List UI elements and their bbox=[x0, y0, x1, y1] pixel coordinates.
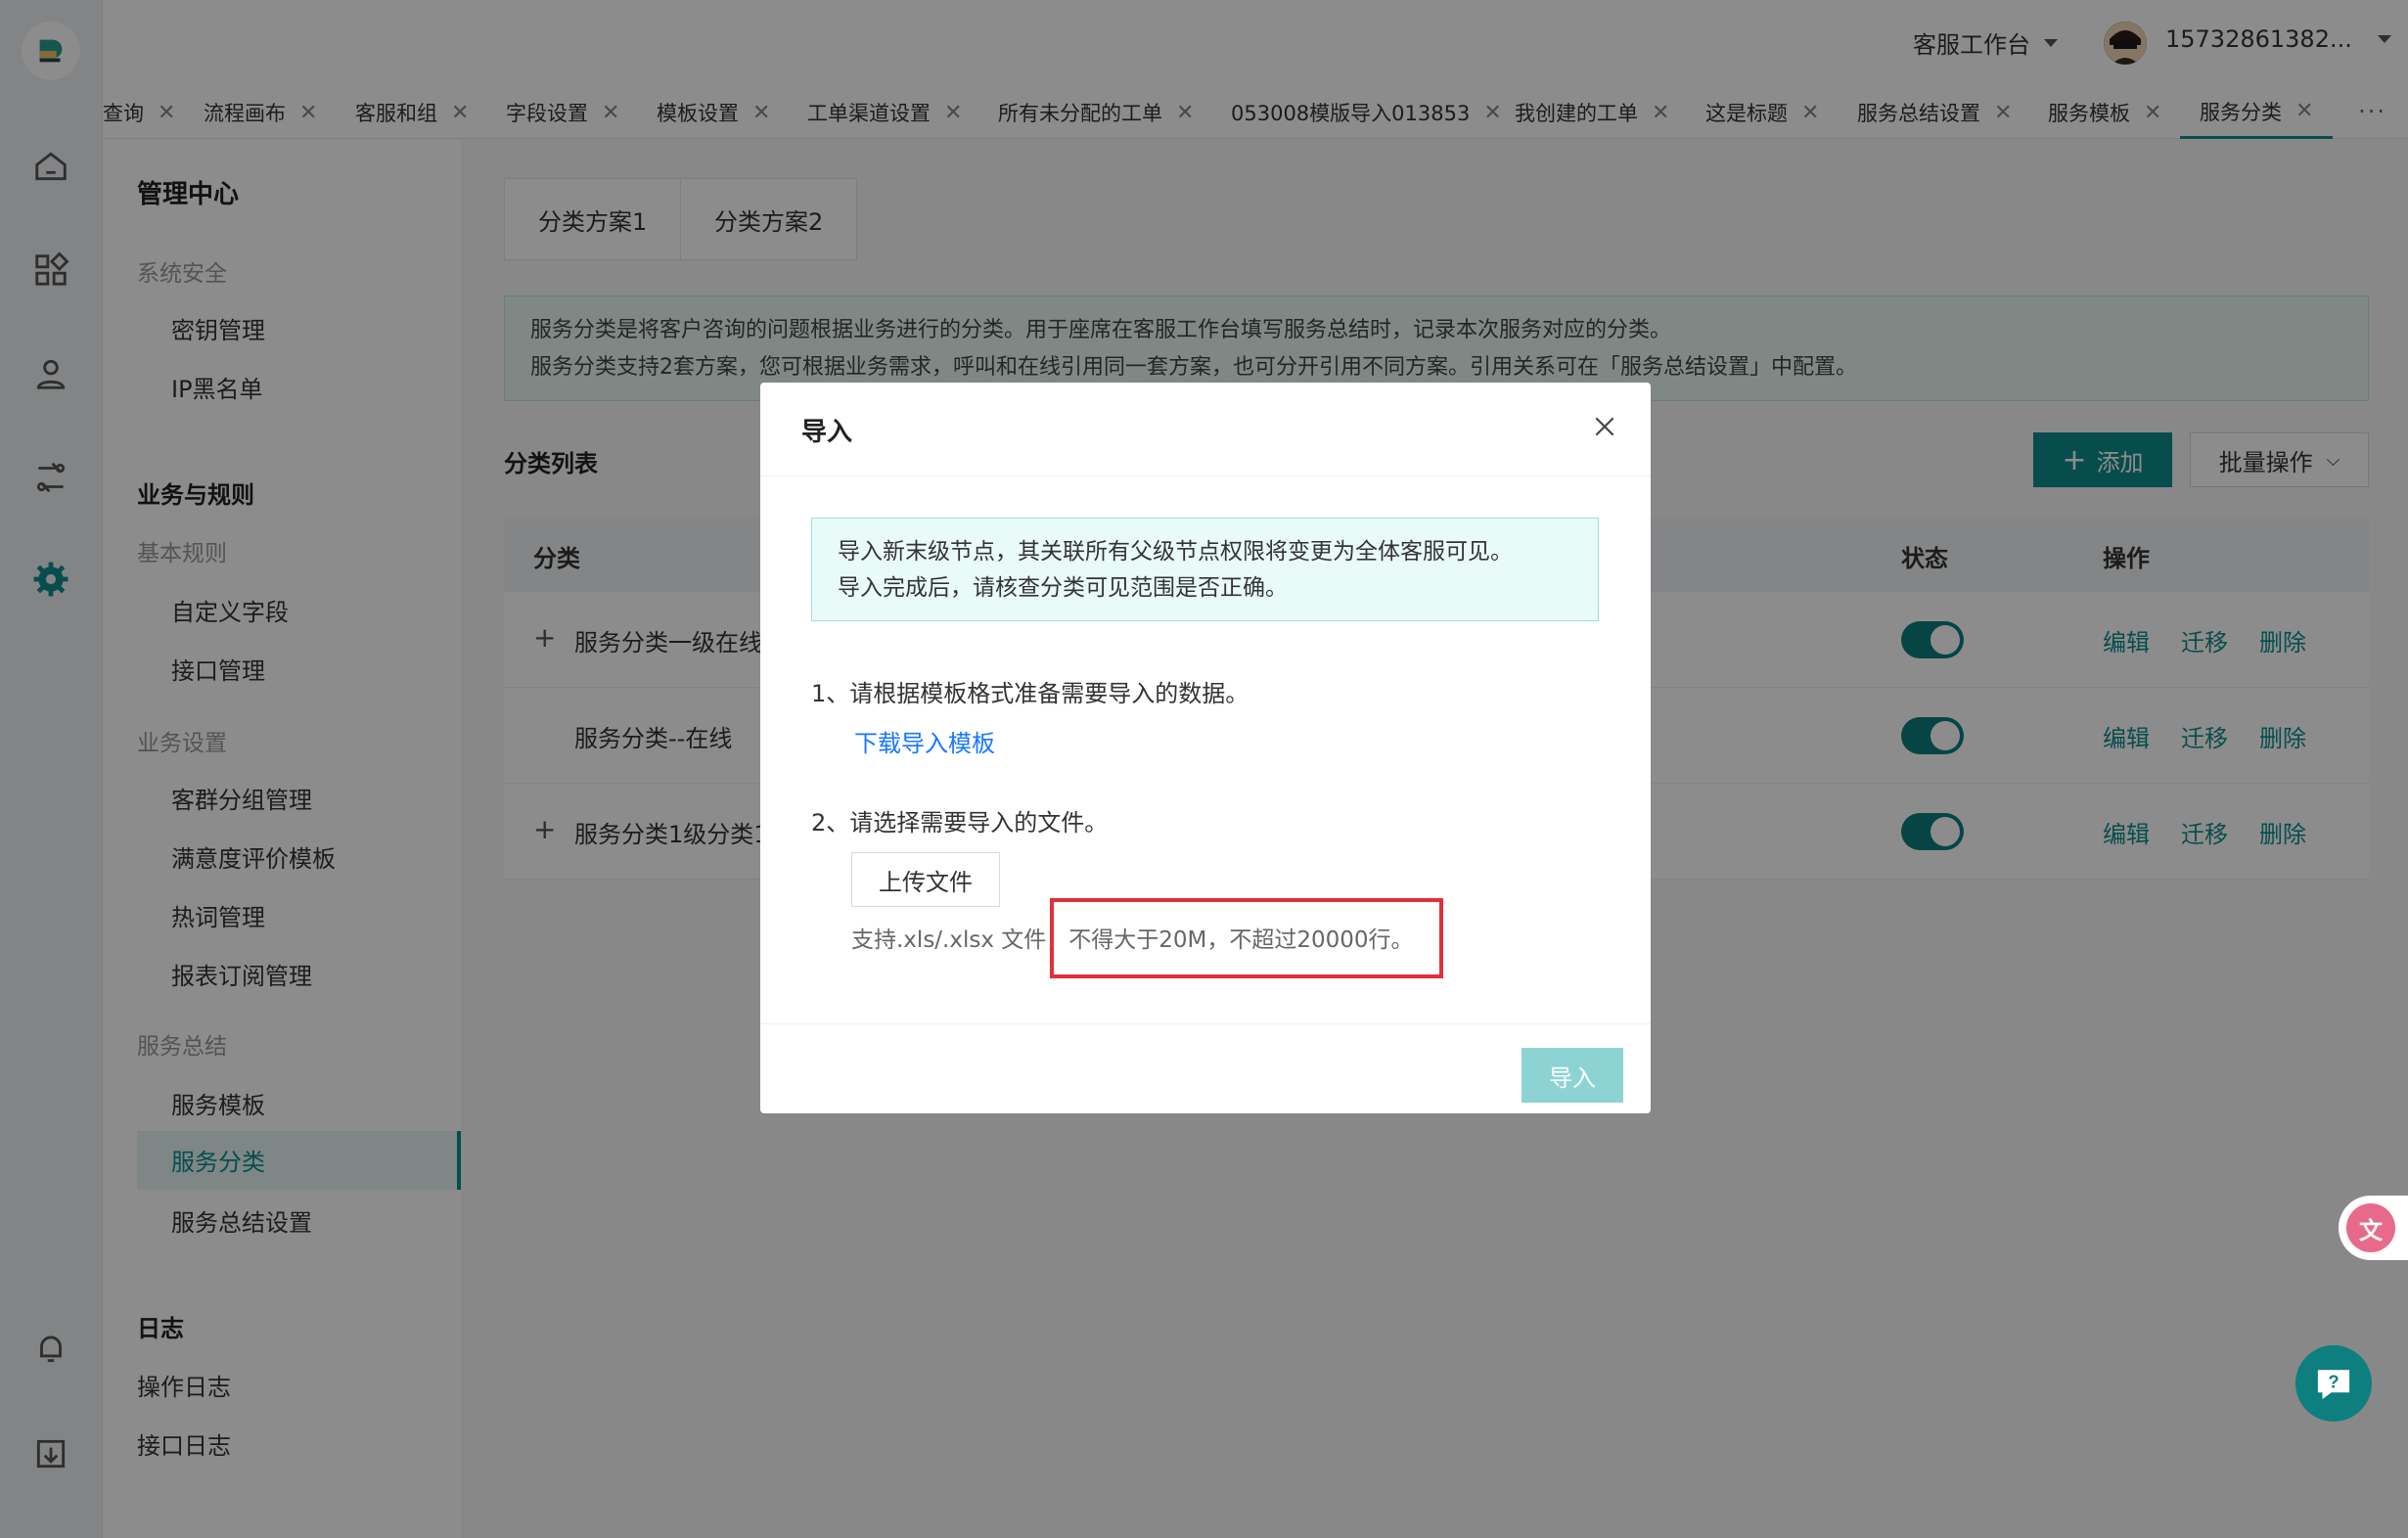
svg-text:?: ? bbox=[2328, 1372, 2339, 1392]
import-button[interactable]: 导入 bbox=[1522, 1048, 1623, 1103]
import-dialog: 导入 导入新末级节点，其关联所有父级节点权限将变更为全体客服可见。 导入完成后，… bbox=[760, 383, 1651, 1113]
dialog-header: 导入 bbox=[760, 383, 1651, 476]
dialog-footer: 导入 bbox=[760, 1023, 1651, 1113]
help-button[interactable]: ? bbox=[2295, 1345, 2372, 1422]
step-1-text: 1、请根据模板格式准备需要导入的数据。 bbox=[811, 680, 1249, 707]
help-icon: ? bbox=[2317, 1370, 2350, 1400]
highlight-box bbox=[1050, 898, 1443, 978]
download-template-link[interactable]: 下载导入模板 bbox=[854, 724, 995, 758]
tip-line-1: 导入新末级节点，其关联所有父级节点权限将变更为全体客服可见。 bbox=[838, 539, 1513, 565]
upload-file-button[interactable]: 上传文件 bbox=[851, 852, 1000, 907]
dialog-tip: 导入新末级节点，其关联所有父级节点权限将变更为全体客服可见。 导入完成后，请核查… bbox=[811, 518, 1599, 621]
translate-button[interactable]: 文 bbox=[2339, 1196, 2408, 1260]
tip-line-2: 导入完成后，请核查分类可见范围是否正确。 bbox=[838, 575, 1288, 601]
step-2-text: 2、请选择需要导入的文件。 bbox=[811, 809, 1109, 837]
translate-icon: 文 bbox=[2346, 1203, 2395, 1252]
dialog-title: 导入 bbox=[801, 418, 853, 447]
close-icon[interactable] bbox=[1592, 414, 1617, 439]
